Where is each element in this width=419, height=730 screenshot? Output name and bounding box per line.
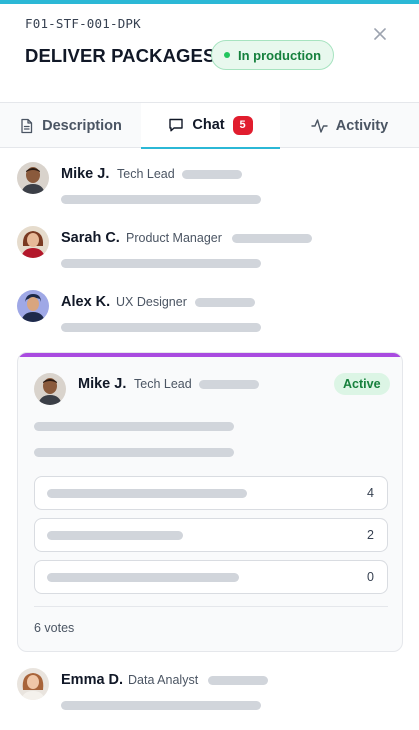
message-text-placeholder [61,259,261,268]
message-author: Alex K. [61,294,111,310]
poll-question-placeholder [34,422,234,431]
poll-status-badge: Active [334,373,390,395]
avatar[interactable] [17,162,49,194]
poll-option-text-placeholder [47,573,239,582]
message-author: Emma D. [61,672,124,688]
timestamp-placeholder [195,298,255,307]
poll-author-role: Tech Lead [134,377,192,391]
message-text-placeholder [61,701,261,710]
close-button[interactable] [370,24,390,44]
message-role: Product Manager [126,231,222,245]
chat-message: Emma D. Data Analyst [0,668,419,728]
avatar[interactable] [17,226,49,258]
poll-option[interactable]: 0 [34,560,388,594]
message-text-placeholder [61,195,261,204]
tab-description-label: Description [42,117,122,134]
poll-option[interactable]: 2 [34,518,388,552]
tab-activity-label: Activity [335,117,389,134]
tab-bar: Description Chat 5 Activity [0,102,419,149]
chat-message: Alex K. UX Designer [0,290,419,350]
timestamp-placeholder [199,380,259,389]
document-icon [21,118,33,133]
timestamp-placeholder [208,676,268,685]
poll-divider [34,606,388,607]
message-text-placeholder [61,323,261,332]
poll-option-count: 4 [367,486,374,500]
tab-chat[interactable]: Chat 5 [141,103,280,149]
poll-option-count: 0 [367,570,374,584]
poll-vote-total: 6 votes [34,621,75,635]
status-label: In production [238,47,322,63]
avatar[interactable] [17,290,49,322]
poll-question-placeholder [34,448,234,457]
timestamp-placeholder [232,234,312,243]
task-title: DELIVER PACKAGES [25,45,216,66]
tab-description[interactable]: Description [0,103,141,148]
avatar[interactable] [17,668,49,700]
poll-option[interactable]: 4 [34,476,388,510]
status-badge: In production [211,40,335,70]
chat-bubble-icon [169,118,184,132]
chat-message: Sarah C. Product Manager [0,226,419,286]
poll-author: Mike J. [78,376,127,392]
chat-message: Mike J. Tech Lead [0,162,419,222]
close-icon [374,28,386,40]
poll-accent-bar [18,353,402,357]
avatar[interactable] [34,373,66,405]
message-role: UX Designer [116,295,187,309]
tab-chat-label: Chat [192,117,225,133]
task-header: F01-STF-001-DPK DELIVER PACKAGES In prod… [0,4,419,102]
poll-option-text-placeholder [47,489,247,498]
timestamp-placeholder [182,170,242,179]
poll-card: Mike J. Tech Lead Active 4 2 0 6 votes [17,352,403,652]
activity-pulse-icon [311,118,328,133]
tab-activity[interactable]: Activity [280,103,419,148]
message-author: Mike J. [61,166,110,182]
message-role: Data Analyst [128,673,199,687]
chat-feed: Mike J. Tech Lead Sarah C. Product Manag… [0,148,419,730]
task-code: F01-STF-001-DPK [25,16,141,31]
message-author: Sarah C. [61,230,120,246]
message-role: Tech Lead [117,167,175,181]
poll-option-count: 2 [367,528,374,542]
status-dot-icon [224,52,230,58]
poll-option-text-placeholder [47,531,183,540]
unread-count-badge: 5 [232,115,253,135]
